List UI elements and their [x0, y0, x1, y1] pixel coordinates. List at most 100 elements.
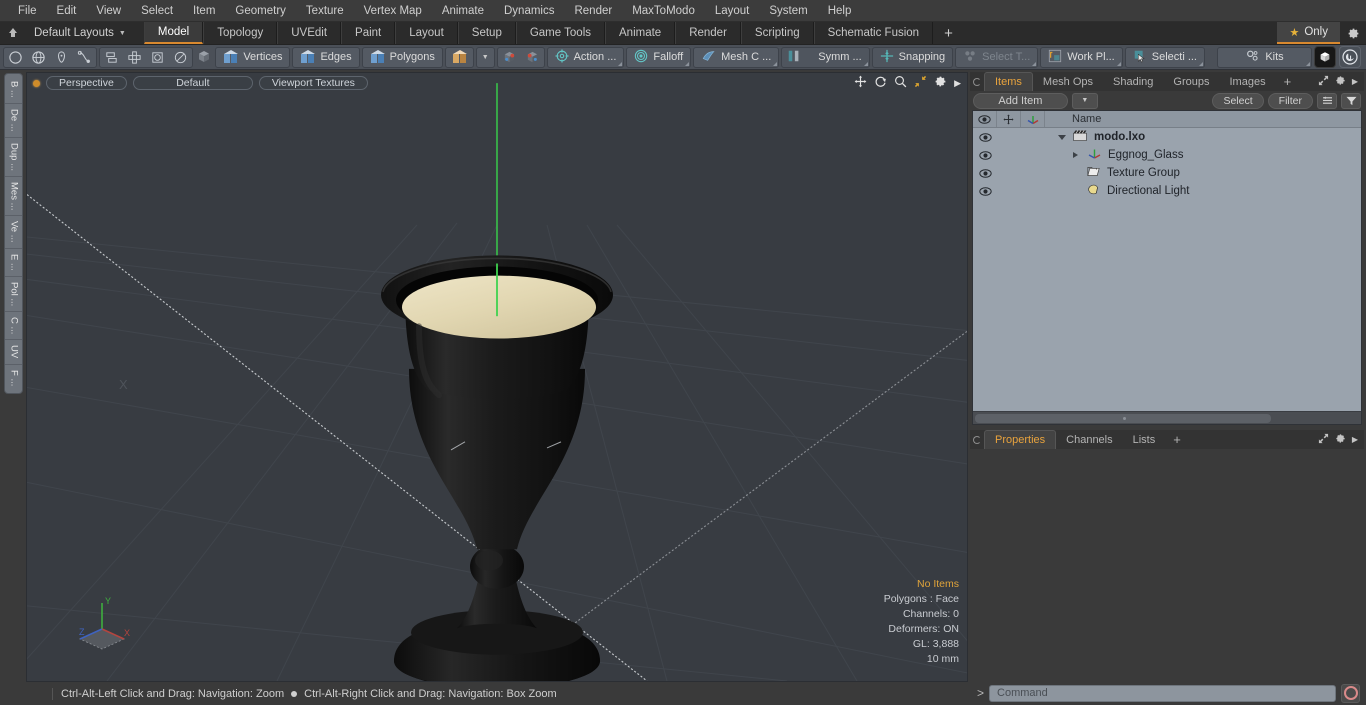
column-visibility-eye-icon[interactable] [973, 111, 997, 127]
circle-icon[interactable] [4, 48, 27, 67]
menu-item-edit[interactable]: Edit [47, 2, 87, 20]
filter-button[interactable]: Filter [1267, 92, 1313, 109]
item-tree-list[interactable]: Name modo.lxo Eggnog_Glass Texture Group… [972, 110, 1362, 425]
more-arrow-icon[interactable]: ▶ [1352, 77, 1358, 86]
menu-item-animate[interactable]: Animate [432, 2, 494, 20]
menu-item-layout[interactable]: Layout [705, 2, 760, 20]
modo-cube-logo-icon[interactable] [1314, 46, 1336, 68]
3d-viewport[interactable]: X Perspective Default Viewport Textures [26, 72, 968, 682]
symmetry-button[interactable]: Symm ... [781, 46, 870, 68]
select-button[interactable]: Select [1212, 92, 1264, 109]
add-layout-tab-button[interactable]: + [933, 22, 964, 44]
sidebar-tab-basic[interactable]: B ... [4, 76, 22, 104]
layout-tab-model[interactable]: Model [143, 22, 204, 44]
sidebar-tab-deform[interactable]: De ... [4, 104, 22, 138]
layout-tab-topology[interactable]: Topology [203, 22, 278, 44]
kits-button[interactable]: Kits [1217, 46, 1312, 68]
menu-item-view[interactable]: View [86, 2, 131, 20]
shaded-cube-icon[interactable] [195, 48, 213, 67]
expand-icon[interactable] [1318, 433, 1329, 447]
sidebar-tab-fusion[interactable]: F ... [5, 365, 22, 391]
menu-item-help[interactable]: Help [818, 2, 862, 20]
menu-item-system[interactable]: System [759, 2, 817, 20]
tab-items[interactable]: Items [984, 72, 1033, 91]
mesh-constraint-button[interactable]: Mesh C ... [693, 46, 780, 68]
table-row[interactable]: modo.lxo [973, 128, 1361, 146]
sidebar-tab-polygon[interactable]: Pol ... [4, 277, 22, 312]
row-visibility-eye-icon[interactable] [973, 186, 997, 196]
add-panel-tab-button[interactable]: + [1276, 72, 1300, 91]
panel-menu-dot-icon[interactable] [970, 72, 984, 91]
scrollbar-thumb[interactable] [975, 413, 1271, 423]
list-options-icon[interactable] [1317, 92, 1337, 109]
layout-tab-schematic-fusion[interactable]: Schematic Fusion [813, 22, 934, 44]
menu-item-vertex-map[interactable]: Vertex Map [354, 2, 432, 20]
gear-icon[interactable] [1335, 75, 1346, 89]
chevron-down-icon[interactable]: ▼ [475, 46, 495, 68]
menu-item-dynamics[interactable]: Dynamics [494, 2, 564, 20]
viewport-preset-selector[interactable]: Default [132, 76, 253, 90]
gear-icon[interactable] [1340, 22, 1366, 44]
bezier-icon[interactable] [73, 48, 96, 67]
column-lock-move-icon[interactable] [997, 111, 1021, 127]
layout-tab-render[interactable]: Render [675, 22, 741, 44]
sidebar-tab-curve[interactable]: C ... [4, 312, 22, 341]
square-circle-icon[interactable] [146, 48, 169, 67]
select-through-button[interactable]: Select T... [955, 46, 1039, 68]
panel-menu-dot-icon[interactable] [970, 430, 984, 449]
selection-sets-button[interactable]: Selecti ... [1124, 46, 1205, 68]
table-row[interactable]: Directional Light [973, 182, 1361, 200]
sidebar-tab-duplicate[interactable]: Dup ... [4, 138, 22, 177]
tab-channels[interactable]: Channels [1056, 430, 1122, 449]
work-plane-button[interactable]: Work Pl... [1040, 46, 1123, 68]
ellipse-icon[interactable] [169, 48, 192, 67]
sidebar-tab-mesh-edit[interactable]: Mes ... [4, 177, 22, 217]
align-icon[interactable] [100, 48, 123, 67]
menu-item-maxtomodo[interactable]: MaxToModo [622, 2, 705, 20]
falloff-button[interactable]: Falloff [626, 46, 692, 68]
table-row[interactable]: Texture Group [973, 164, 1361, 182]
pen-icon[interactable] [50, 48, 73, 67]
expand-icon[interactable] [1318, 75, 1329, 89]
sidebar-tab-uv[interactable]: UV [4, 340, 22, 365]
paint-select-icon[interactable] [498, 48, 521, 67]
tab-groups[interactable]: Groups [1163, 72, 1219, 91]
layout-tab-scripting[interactable]: Scripting [740, 22, 814, 44]
tab-shading[interactable]: Shading [1103, 72, 1163, 91]
layout-tab-setup[interactable]: Setup [457, 22, 516, 44]
fit-icon[interactable] [914, 75, 927, 91]
pan-icon[interactable] [854, 75, 867, 91]
add-properties-tab-button[interactable]: + [1165, 430, 1189, 449]
funnel-icon[interactable] [1341, 92, 1361, 109]
layout-tab-paint[interactable]: Paint [341, 22, 396, 44]
row-visibility-eye-icon[interactable] [973, 168, 997, 178]
chevron-down-icon[interactable] [1058, 134, 1066, 140]
more-arrow-icon[interactable]: ▶ [954, 78, 961, 89]
tab-lists[interactable]: Lists [1123, 430, 1166, 449]
menu-item-file[interactable]: File [8, 2, 47, 20]
layout-tab-uvedit[interactable]: UVEdit [277, 22, 342, 44]
home-icon[interactable] [0, 22, 26, 44]
viewport-shading-selector[interactable]: Viewport Textures [258, 76, 368, 90]
zoom-icon[interactable] [894, 75, 907, 91]
rotate-icon[interactable] [874, 75, 887, 91]
row-visibility-eye-icon[interactable] [973, 150, 997, 160]
center-icon[interactable] [123, 48, 146, 67]
tab-properties[interactable]: Properties [984, 430, 1057, 449]
select-mode-vertices-button[interactable]: Vertices [215, 46, 291, 68]
record-icon[interactable] [1341, 683, 1360, 703]
globe-icon[interactable] [27, 48, 50, 67]
table-row[interactable]: Eggnog_Glass [973, 146, 1361, 164]
select-mode-edges-button[interactable]: Edges [292, 46, 360, 68]
sidebar-tab-edge[interactable]: E ... [4, 249, 22, 277]
viewport-camera-selector[interactable]: Perspective [46, 76, 127, 90]
tab-mesh-ops[interactable]: Mesh Ops [1033, 72, 1103, 91]
paint-deselect-icon[interactable] [521, 48, 544, 67]
row-visibility-eye-icon[interactable] [973, 132, 997, 142]
layout-tab-game-tools[interactable]: Game Tools [515, 22, 605, 44]
sidebar-tab-vertex[interactable]: Ve ... [4, 216, 22, 249]
gear-icon[interactable] [1335, 433, 1346, 447]
only-toggle-button[interactable]: ★ Only [1277, 22, 1340, 44]
viewport-settings-icon[interactable] [934, 75, 947, 91]
chevron-down-icon[interactable]: ▼ [1071, 92, 1098, 109]
